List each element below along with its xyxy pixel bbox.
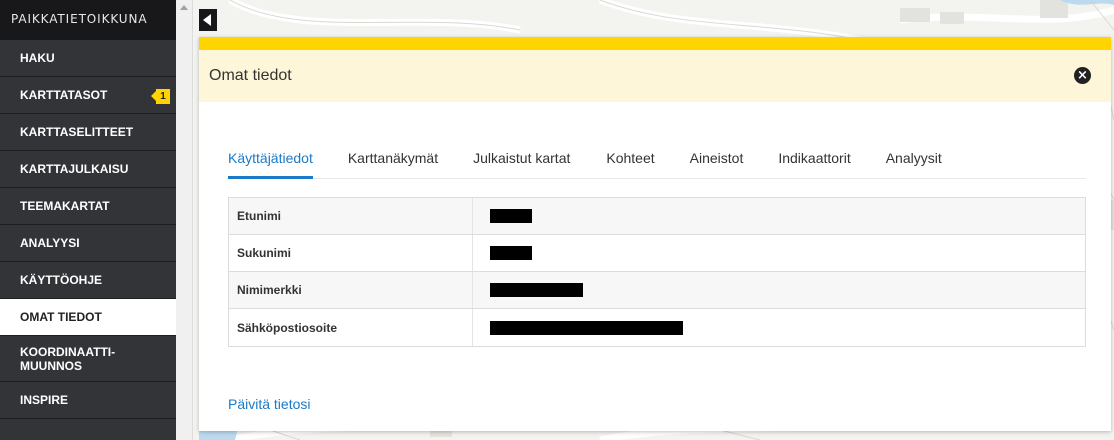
sidebar-item-label: TEEMAKARTAT <box>20 199 110 213</box>
redacted-value <box>490 209 532 223</box>
table-row: Nimimerkki <box>229 272 1085 309</box>
sidebar-item-karttatasot[interactable]: KARTTATASOT 1 <box>0 77 176 114</box>
sidebar-item-label: OMAT TIEDOT <box>20 310 102 324</box>
sidebar-item-analyysi[interactable]: ANALYYSI <box>0 225 176 262</box>
sidebar-item-label: KARTTASELITTEET <box>20 125 134 139</box>
tab-indikaattorit[interactable]: Indikaattorit <box>778 143 850 179</box>
field-value <box>473 309 1085 346</box>
sidebar-item-koordinaattimuunnos[interactable]: KOORDINAATTI- MUUNNOS <box>0 336 176 382</box>
field-label: Sähköpostiosoite <box>229 309 473 346</box>
redacted-value <box>490 283 583 297</box>
table-row: Sähköpostiosoite <box>229 309 1085 346</box>
close-icon[interactable]: × <box>1074 67 1091 84</box>
redacted-value <box>490 320 683 335</box>
panel-title: Omat tiedot <box>209 67 292 84</box>
tab-bar: Käyttäjätiedot Karttanäkymät Julkaistut … <box>228 143 1086 179</box>
field-value <box>473 272 1085 308</box>
field-label: Etunimi <box>229 198 473 234</box>
table-row: Sukunimi <box>229 235 1085 272</box>
tab-aineistot[interactable]: Aineistot <box>690 143 744 179</box>
scroll-up-arrow-icon[interactable] <box>180 5 188 10</box>
sidebar-item-label: ANALYYSI <box>20 236 80 250</box>
tab-kayttajatiedot[interactable]: Käyttäjätiedot <box>228 143 313 179</box>
sidebar-item-label: HAKU <box>20 51 55 65</box>
sidebar-item-label: KÄYTTÖOHJE <box>20 273 103 287</box>
sidebar-item-haku[interactable]: HAKU <box>0 40 176 77</box>
update-info-link[interactable]: Päivitä tietosi <box>228 396 310 412</box>
sidebar-item-label: KARTTATASOT <box>20 88 108 102</box>
sidebar-item-omat-tiedot[interactable]: OMAT TIEDOT <box>0 299 176 336</box>
count-badge: 1 <box>151 89 170 104</box>
sidebar-item-karttajulkaisu[interactable]: KARTTAJULKAISU <box>0 151 176 188</box>
sidebar-title[interactable]: PAIKKATIETOIKKUNA <box>0 0 176 40</box>
sidebar-item-label-line2: MUUNNOS <box>20 358 82 373</box>
sidebar-scrollbar[interactable] <box>176 0 193 440</box>
tab-karttanakymat[interactable]: Karttanäkymät <box>348 143 438 179</box>
field-label: Sukunimi <box>229 235 473 271</box>
sidebar-item-label-line1: KOORDINAATTI- <box>20 344 116 359</box>
tab-kohteet[interactable]: Kohteet <box>606 143 654 179</box>
sidebar-item-inspire[interactable]: INSPIRE <box>0 382 176 419</box>
sidebar-item-karttaselitteet[interactable]: KARTTASELITTEET <box>0 114 176 151</box>
collapse-left-icon[interactable] <box>199 9 217 31</box>
sidebar-item-label: KARTTAJULKAISU <box>20 162 129 176</box>
user-info-table: Etunimi Sukunimi Nimimerkki Sähköpostios… <box>228 197 1086 347</box>
table-row: Etunimi <box>229 198 1085 235</box>
field-value <box>473 198 1085 234</box>
tab-julkaistut-kartat[interactable]: Julkaistut kartat <box>473 143 570 179</box>
redacted-value <box>490 246 532 260</box>
field-label: Nimimerkki <box>229 272 473 308</box>
user-info-panel: Omat tiedot × Käyttäjätiedot Karttanäkym… <box>199 37 1111 431</box>
sidebar-item-kayttoohje[interactable]: KÄYTTÖOHJE <box>0 262 176 299</box>
sidebar-item-teemakartat[interactable]: TEEMAKARTAT <box>0 188 176 225</box>
panel-header: Omat tiedot × <box>199 50 1111 102</box>
field-value <box>473 235 1085 271</box>
tab-analyysit[interactable]: Analyysit <box>886 143 942 179</box>
sidebar-item-label: INSPIRE <box>20 393 69 407</box>
sidebar-item-label: KOORDINAATTI- MUUNNOS <box>20 345 115 373</box>
sidebar: PAIKKATIETOIKKUNA HAKU KARTTATASOT 1 KAR… <box>0 0 176 440</box>
